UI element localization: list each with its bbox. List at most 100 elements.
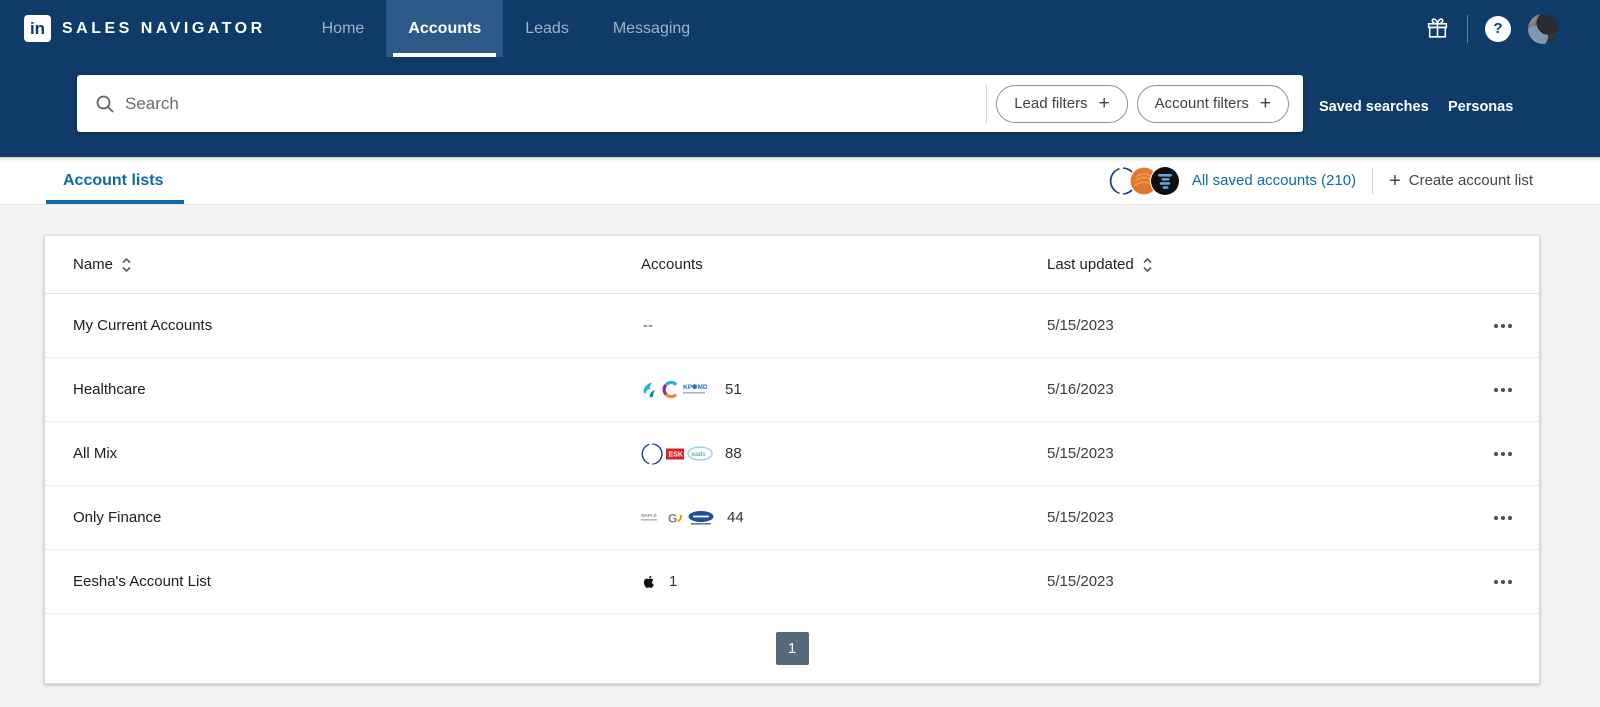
topbar-actions: ? xyxy=(1425,13,1558,44)
ellipsis-dot xyxy=(1508,451,1512,456)
top-navbar: in SALES NAVIGATOR Home Accounts Leads M… xyxy=(0,0,1600,57)
svg-text:KP✺MD: KP✺MD xyxy=(683,383,708,391)
last-updated-date: 5/15/2023 xyxy=(1047,573,1114,590)
page-1-button[interactable]: 1 xyxy=(775,632,809,665)
account-logos: KP✺MD xyxy=(641,380,713,400)
last-updated-date: 5/15/2023 xyxy=(1047,445,1114,462)
brand-title: SALES NAVIGATOR xyxy=(62,19,266,37)
tab-account-lists[interactable]: Account lists xyxy=(63,157,163,204)
last-updated-date: 5/16/2023 xyxy=(1047,381,1114,398)
personas-link[interactable]: Personas xyxy=(1448,99,1513,115)
account-logos xyxy=(641,573,657,590)
svg-text:MAPLE: MAPLE xyxy=(641,513,657,518)
ellipsis-dot xyxy=(1494,387,1498,392)
last-updated-date: 5/15/2023 xyxy=(1047,317,1114,334)
column-header-accounts: Accounts xyxy=(641,256,1047,273)
create-account-list-label: Create account list xyxy=(1408,172,1533,189)
search-band: Lead filters + Account filters + Saved s… xyxy=(0,57,1600,157)
plus-icon: + xyxy=(1259,93,1271,114)
multicolor-c-logo xyxy=(661,380,680,399)
accounts-cell: 1 xyxy=(641,573,1047,590)
ellipsis-dot xyxy=(1508,323,1512,328)
menu-cell xyxy=(1471,576,1539,588)
ellipsis-dot xyxy=(1494,515,1498,520)
row-overflow-menu-button[interactable] xyxy=(1492,576,1514,588)
gray-text-logo: MAPLE xyxy=(641,512,665,524)
active-tab-underline xyxy=(46,200,184,204)
nav-item-accounts[interactable]: Accounts xyxy=(386,0,504,57)
search-card: Lead filters + Account filters + xyxy=(77,75,1303,132)
user-avatar[interactable] xyxy=(1528,13,1558,44)
row-overflow-menu-button[interactable] xyxy=(1492,512,1514,524)
menu-cell xyxy=(1471,512,1539,524)
table-row[interactable]: Healthcare KP✺MD 51 5/16/2023 xyxy=(45,358,1539,422)
sort-icon xyxy=(122,257,131,272)
account-list-name[interactable]: My Current Accounts xyxy=(45,317,641,334)
gift-icon[interactable] xyxy=(1425,16,1450,41)
table-row[interactable]: Eesha's Account List 1 5/15/2023 xyxy=(45,550,1539,614)
account-list-name[interactable]: Only Finance xyxy=(45,509,641,526)
column-header-name: Name xyxy=(45,256,641,273)
linkedin-logo[interactable]: in xyxy=(24,15,51,42)
ellipsis-dot xyxy=(1501,515,1505,520)
account-rows: My Current Accounts -- 5/15/2023 Healthcare… xyxy=(45,294,1539,614)
ellipsis-dot xyxy=(1508,579,1512,584)
saved-searches-link[interactable]: Saved searches xyxy=(1319,99,1429,115)
ellipsis-dot xyxy=(1494,579,1498,584)
ellipsis-dot xyxy=(1494,323,1498,328)
menu-cell xyxy=(1471,384,1539,396)
topbar-divider xyxy=(1467,14,1468,43)
tabbar-divider xyxy=(1372,167,1374,194)
nav-item-leads[interactable]: Leads xyxy=(503,0,591,57)
table-row[interactable]: My Current Accounts -- 5/15/2023 xyxy=(45,294,1539,358)
black-square-logo xyxy=(1149,165,1180,196)
sort-by-last-updated-button[interactable] xyxy=(1142,257,1153,273)
account-list-name[interactable]: Eesha's Account List xyxy=(45,573,641,590)
accounts-cell: KP✺MD 51 xyxy=(641,380,1047,400)
tab-account-lists-label: Account lists xyxy=(63,171,164,189)
menu-cell xyxy=(1471,448,1539,460)
plus-icon: + xyxy=(1098,93,1110,114)
nav-item-messaging[interactable]: Messaging xyxy=(591,0,712,57)
account-lists-table: Name Accounts Last updated My Current Ac… xyxy=(44,235,1540,684)
pagination: 1 xyxy=(45,614,1539,683)
account-filters-button[interactable]: Account filters + xyxy=(1136,84,1289,123)
accounts-count: 88 xyxy=(725,445,742,462)
sort-by-name-button[interactable] xyxy=(121,257,132,273)
table-row[interactable]: Only Finance MAPLE G 44 5/15/2023 xyxy=(45,486,1539,550)
all-saved-accounts-link[interactable]: All saved accounts (210) xyxy=(1192,172,1356,189)
lead-filters-button[interactable]: Lead filters + xyxy=(996,84,1128,123)
accounts-cell: MAPLE G 44 xyxy=(641,509,1047,526)
accounts-cell: ESK eads 88 xyxy=(641,442,1047,465)
ellipsis-dot xyxy=(1494,451,1498,456)
primary-nav: Home Accounts Leads Messaging xyxy=(300,0,713,57)
account-list-name[interactable]: All Mix xyxy=(45,445,641,462)
row-overflow-menu-button[interactable] xyxy=(1492,448,1514,460)
create-account-list-button[interactable]: + Create account list xyxy=(1389,171,1533,191)
search-icon xyxy=(94,93,116,115)
account-logos: ESK eads xyxy=(641,442,713,465)
eads-oval-logo: eads xyxy=(687,446,713,461)
apple-logo xyxy=(641,573,657,590)
account-filters-label: Account filters xyxy=(1154,95,1249,112)
help-icon[interactable]: ? xyxy=(1485,15,1511,42)
ellipsis-dot xyxy=(1501,579,1505,584)
accounts-count: 1 xyxy=(669,573,678,590)
last-updated-date: 5/15/2023 xyxy=(1047,509,1114,526)
lead-filters-label: Lead filters xyxy=(1014,95,1088,112)
account-logos: MAPLE G xyxy=(641,510,715,526)
account-lists-tabbar: Account lists All saved accounts (210) +… xyxy=(0,157,1600,205)
ellipsis-dot xyxy=(1508,387,1512,392)
row-overflow-menu-button[interactable] xyxy=(1492,384,1514,396)
search-input[interactable] xyxy=(125,93,987,114)
saved-accounts-logo-stack xyxy=(1107,165,1180,196)
last-updated-header-label: Last updated xyxy=(1047,256,1134,273)
table-header-row: Name Accounts Last updated xyxy=(45,236,1539,294)
account-list-name[interactable]: Healthcare xyxy=(45,381,641,398)
nav-item-home[interactable]: Home xyxy=(300,0,387,57)
g-orange-logo: G xyxy=(668,510,684,526)
row-overflow-menu-button[interactable] xyxy=(1492,320,1514,332)
table-row[interactable]: All Mix ESK eads 88 5/15/2023 xyxy=(45,422,1539,486)
ellipsis-dot xyxy=(1508,515,1512,520)
accounts-cell: -- xyxy=(641,317,1047,334)
